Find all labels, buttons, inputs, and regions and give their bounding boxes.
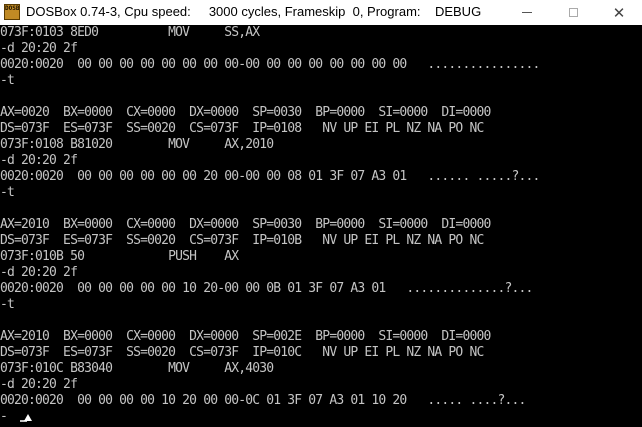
console-line: -d 20:20 2f bbox=[0, 41, 78, 56]
console-line: 073F:0108 B81020 MOV AX,2010 bbox=[0, 137, 274, 152]
console-output: 073F:0103 8ED0 MOV SS,AX -d 20:20 2f 0020:… bbox=[0, 25, 540, 409]
close-icon: ✕ bbox=[612, 3, 626, 22]
console-line: DS=073F ES=073F SS=0020 CS=073F IP=010C … bbox=[0, 345, 484, 360]
close-button[interactable]: ✕ bbox=[596, 0, 642, 25]
console-line: AX=2010 BX=0000 CX=0000 DX=0000 SP=0030 … bbox=[0, 217, 491, 232]
console-line: -t bbox=[0, 73, 15, 88]
dosbox-app-icon[interactable]: DOSBOX bbox=[4, 4, 20, 20]
console-line: 0020:0020 00 00 00 00 10 20 00 00-0C 01 … bbox=[0, 393, 526, 408]
title-bar[interactable]: DOSBOX DOSBox 0.74-3, Cpu speed: 3000 cy… bbox=[0, 0, 642, 25]
window-title: DOSBox 0.74-3, Cpu speed: 3000 cycles, F… bbox=[26, 4, 482, 19]
console-line: -d 20:20 2f bbox=[0, 153, 78, 168]
console-line: -d 20:20 2f bbox=[0, 377, 78, 392]
console-line: 073F:010B 50 PUSH AX bbox=[0, 249, 239, 264]
console-line: -d 20:20 2f bbox=[0, 265, 78, 280]
console-line: 073F:0103 8ED0 MOV SS,AX bbox=[0, 25, 260, 40]
console-line: 0020:0020 00 00 00 00 00 10 20-00 00 0B … bbox=[0, 281, 533, 296]
minimize-icon bbox=[522, 12, 532, 13]
dosbox-window: DOSBOX DOSBox 0.74-3, Cpu speed: 3000 cy… bbox=[0, 0, 642, 427]
console-line: -t bbox=[0, 297, 15, 312]
console-line: -t bbox=[0, 185, 15, 200]
console-line: DS=073F ES=073F SS=0020 CS=073F IP=010B … bbox=[0, 233, 484, 248]
minimize-button[interactable] bbox=[504, 0, 550, 25]
console-line: DS=073F ES=073F SS=0020 CS=073F IP=0108 … bbox=[0, 121, 484, 136]
mouse-pointer-icon bbox=[24, 414, 32, 421]
dos-console[interactable]: 073F:0103 8ED0 MOV SS,AX -d 20:20 2f 0020:… bbox=[0, 25, 642, 427]
command-prompt[interactable]: - bbox=[0, 409, 27, 425]
console-line: 0020:0020 00 00 00 00 00 00 20 00-00 00 … bbox=[0, 169, 540, 184]
prompt-symbol: - bbox=[0, 409, 8, 424]
console-line: 073F:010C B83040 MOV AX,4030 bbox=[0, 361, 274, 376]
maximize-button[interactable] bbox=[550, 0, 596, 25]
console-line: AX=0020 BX=0000 CX=0000 DX=0000 SP=0030 … bbox=[0, 105, 491, 120]
maximize-icon bbox=[568, 8, 578, 17]
console-line: 0020:0020 00 00 00 00 00 00 00 00-00 00 … bbox=[0, 57, 540, 72]
console-line: AX=2010 BX=0000 CX=0000 DX=0000 SP=002E … bbox=[0, 329, 491, 344]
